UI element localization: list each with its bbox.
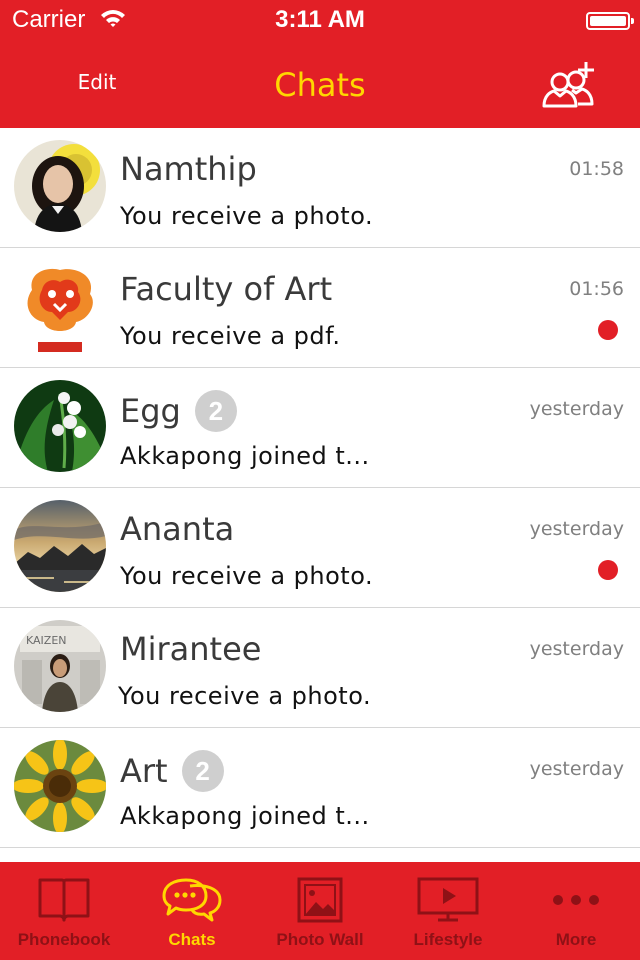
avatar-namthip — [14, 140, 106, 232]
chat-time: yesterday — [529, 638, 624, 660]
add-contact-icon[interactable] — [538, 58, 600, 114]
avatar-faculty-of-art — [14, 260, 106, 352]
chat-time: 01:56 — [569, 278, 624, 300]
status-bar: Carrier 3:11 AM — [0, 0, 640, 40]
unread-dot — [598, 560, 618, 580]
chat-row-art[interactable]: Art 2 Akkapong joined t... yesterday — [0, 728, 640, 848]
avatar-mirantee: KAIZEN — [14, 620, 106, 712]
photo-icon — [256, 876, 384, 926]
chat-bubbles-icon — [128, 876, 256, 926]
nav-header: Carrier 3:11 AM Edit Chats — [0, 0, 640, 128]
chat-row-faculty-of-art[interactable]: Faculty of Art You receive a pdf. 01:56 — [0, 248, 640, 368]
chat-time: yesterday — [529, 758, 624, 780]
chat-preview: Akkapong joined t... — [120, 802, 370, 830]
chat-preview: Akkapong joined t... — [120, 442, 370, 470]
member-count-badge: 2 — [194, 390, 237, 432]
chat-row-ananta[interactable]: Ananta You receive a photo. yesterday — [0, 488, 640, 608]
chat-time: yesterday — [529, 398, 624, 420]
chat-name: Mirantee — [120, 630, 262, 668]
chat-preview: You receive a photo. — [120, 562, 374, 590]
tab-chats[interactable]: Chats — [128, 862, 256, 960]
tab-label: Phonebook — [17, 930, 111, 949]
chat-name: Faculty of Art — [120, 270, 333, 308]
avatar-egg — [14, 380, 106, 472]
member-count-badge: 2 — [181, 750, 224, 792]
tab-bar: Phonebook Chats Photo Wall Lifestyle Mor… — [0, 862, 640, 960]
tab-photo-wall[interactable]: Photo Wall — [256, 862, 384, 960]
chat-time: 01:58 — [569, 158, 624, 180]
chat-preview: You receive a photo. — [118, 682, 372, 710]
avatar-art — [14, 740, 106, 832]
chat-name: Art — [120, 752, 168, 790]
chat-row-namthip[interactable]: Namthip You receive a photo. 01:58 — [0, 128, 640, 248]
chat-name: Egg — [120, 392, 181, 430]
tab-label: Lifestyle — [413, 930, 483, 949]
tab-label: More — [555, 930, 597, 949]
tab-label: Chats — [168, 930, 216, 949]
chat-name: Namthip — [120, 150, 257, 188]
chat-name: Ananta — [120, 510, 235, 548]
tv-play-icon — [384, 876, 512, 926]
unread-dot — [598, 320, 618, 340]
chat-preview: You receive a photo. — [120, 202, 374, 230]
chat-preview: You receive a pdf. — [120, 322, 341, 350]
chat-list: Namthip You receive a photo. 01:58 Facul… — [0, 128, 640, 848]
tab-more[interactable]: More — [512, 862, 640, 960]
more-dots-icon — [512, 876, 640, 926]
chat-row-egg[interactable]: Egg 2 Akkapong joined t... yesterday — [0, 368, 640, 488]
tab-label: Photo Wall — [276, 930, 364, 949]
svg-text:KAIZEN: KAIZEN — [26, 634, 67, 647]
tab-lifestyle[interactable]: Lifestyle — [384, 862, 512, 960]
battery-icon — [586, 12, 634, 30]
chat-time: yesterday — [529, 518, 624, 540]
tab-phonebook[interactable]: Phonebook — [0, 862, 128, 960]
avatar-ananta — [14, 500, 106, 592]
status-time: 3:11 AM — [275, 6, 365, 33]
book-icon — [0, 876, 128, 926]
chat-row-mirantee[interactable]: KAIZEN Mirantee You receive a photo. yes… — [0, 608, 640, 728]
